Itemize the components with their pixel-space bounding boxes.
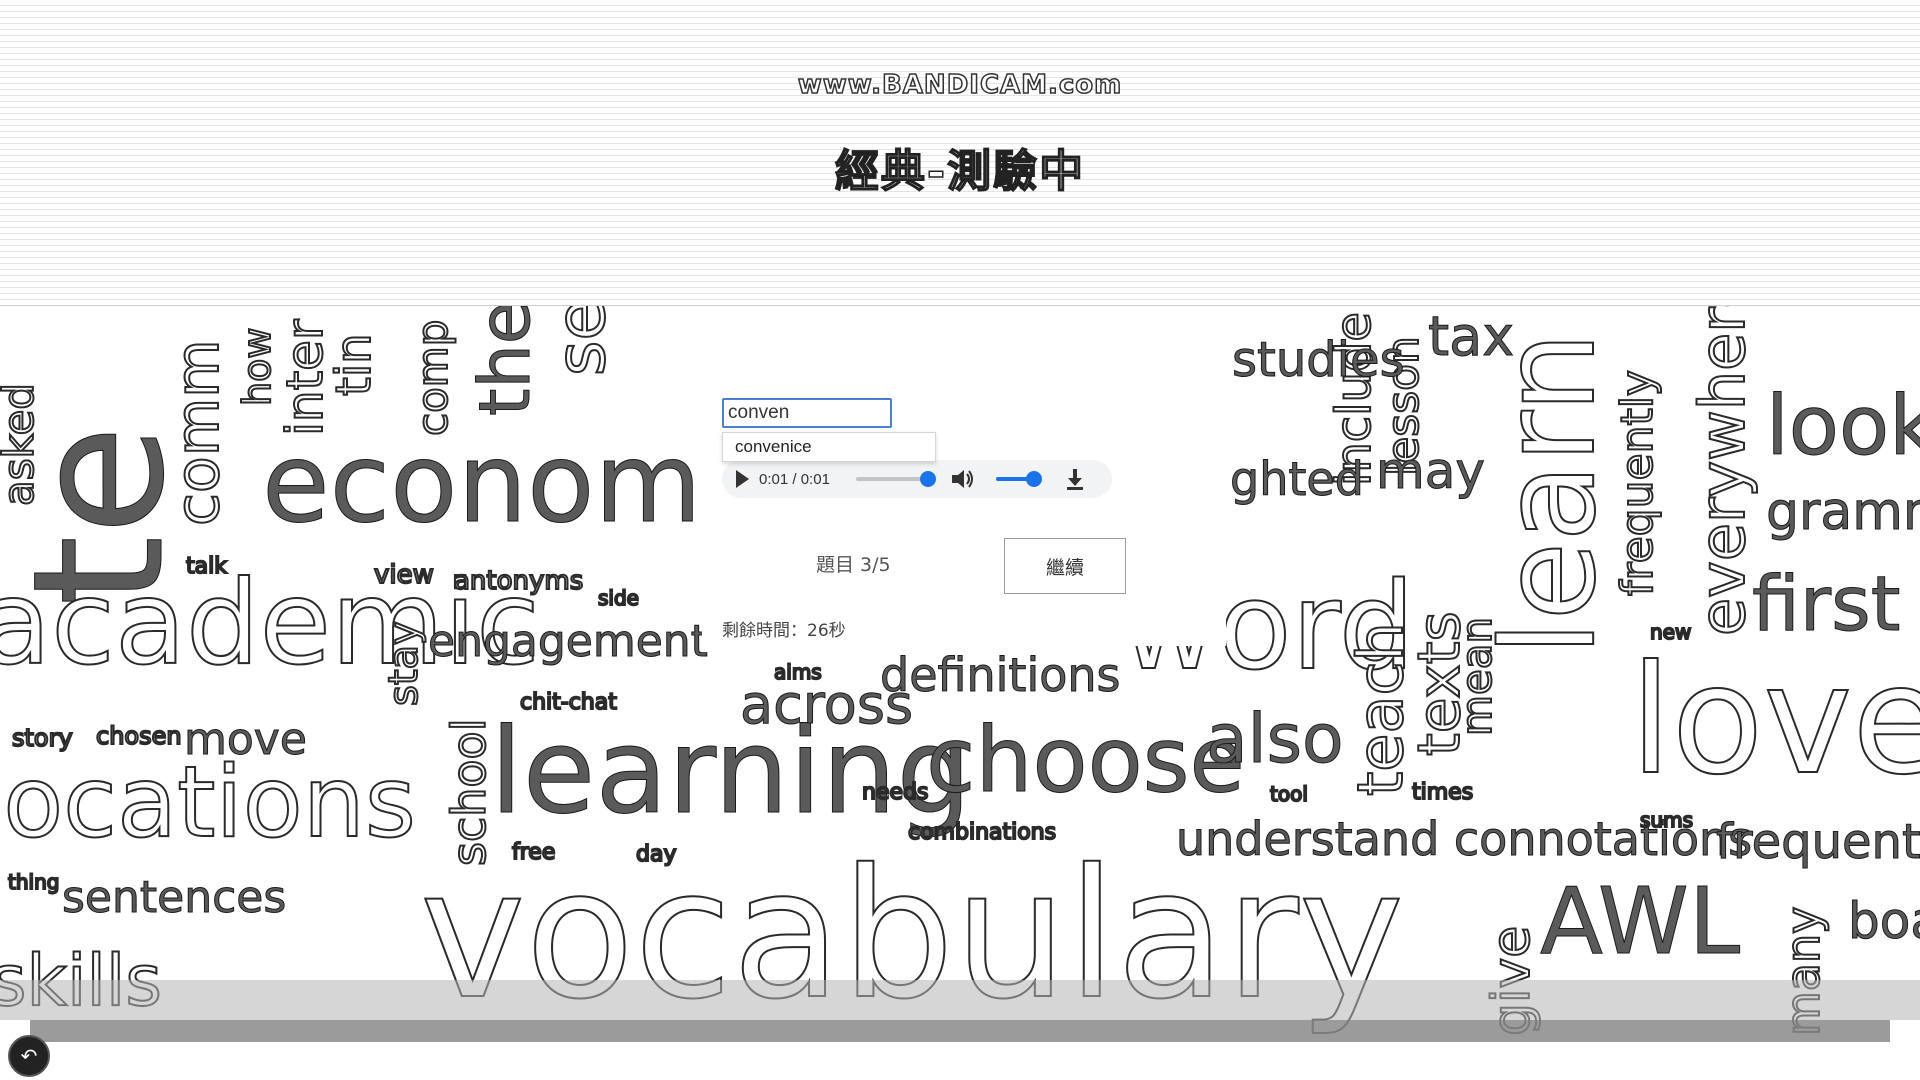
- cloud-word: talk: [185, 554, 228, 579]
- question-counter: 題目 3/5: [816, 554, 891, 576]
- play-icon[interactable]: [736, 470, 749, 488]
- time-remaining: 剩餘時間：26秒: [722, 621, 846, 641]
- cloud-word: definitions: [880, 648, 1121, 702]
- cloud-word: choose: [926, 708, 1246, 813]
- cloud-word: aims: [773, 660, 823, 684]
- cloud-word: thing: [7, 870, 60, 894]
- audio-current-time: 0:01: [759, 470, 789, 488]
- audio-progress-slider[interactable]: [855, 471, 936, 487]
- autocomplete-item[interactable]: convenice: [723, 433, 935, 461]
- audio-total-time: 0:01: [800, 470, 830, 488]
- cloud-word: look: [1766, 379, 1920, 474]
- cloud-word: ghted: [1230, 452, 1365, 506]
- cloud-word: needs: [861, 780, 929, 805]
- cloud-word: love: [1629, 634, 1920, 808]
- cloud-word: tin: [325, 332, 383, 397]
- cloud-word: engagement: [428, 616, 709, 667]
- cloud-word: the: [464, 306, 547, 417]
- next-button[interactable]: 繼續: [1004, 538, 1126, 594]
- cloud-word: stay: [380, 620, 428, 707]
- cloud-word: day: [635, 842, 677, 867]
- cloud-word: economy: [262, 419, 768, 547]
- video-progress-strip: [30, 1020, 1890, 1042]
- header: www.BANDICAM.com 經典-測驗中: [0, 0, 1920, 306]
- audio-player: 0:01 / 0:01: [722, 460, 1112, 498]
- back-arrow-icon: ↶: [20, 1045, 38, 1068]
- answer-input[interactable]: [722, 398, 892, 428]
- cloud-word: first: [1752, 559, 1902, 648]
- quiz-panel: convenice 0:01 / 0:01 題目 3/5 繼續 剩餘時間：26秒: [702, 346, 1226, 646]
- cloud-word: comm: [162, 338, 234, 527]
- cloud-word: chit-chat: [519, 690, 618, 715]
- volume-icon[interactable]: [950, 467, 976, 491]
- cloud-word: how: [234, 327, 280, 407]
- volume-thumb[interactable]: [1025, 471, 1042, 487]
- cloud-word: sentences: [61, 872, 287, 923]
- cloud-word: se: [541, 306, 622, 377]
- cloud-word: side: [597, 586, 640, 610]
- cloud-word: sums: [1639, 808, 1694, 832]
- cloud-word: tool: [1269, 782, 1309, 806]
- cloud-word: learn: [1474, 331, 1625, 657]
- page-title: 經典-測驗中: [834, 145, 1086, 198]
- download-icon[interactable]: [1064, 467, 1086, 491]
- cloud-word: studies: [1232, 332, 1406, 388]
- cloud-word: everywhere: [1685, 306, 1760, 637]
- cloud-word: combinations: [907, 820, 1057, 845]
- cloud-word: frequent: [1716, 814, 1920, 870]
- recording-watermark: www.BANDICAM.com: [797, 69, 1123, 101]
- cloud-word: board: [1847, 892, 1920, 950]
- cloud-word: chosen: [95, 722, 183, 750]
- cloud-word: also: [1206, 700, 1345, 779]
- cloud-word: teach: [1343, 621, 1418, 797]
- cloud-word: may: [1376, 442, 1486, 500]
- audio-time-separator: /: [788, 470, 801, 488]
- cloud-word: frequently: [1611, 369, 1664, 597]
- cloud-word: times: [1411, 780, 1474, 805]
- cloud-word: locations: [0, 746, 417, 860]
- autocomplete-list: convenice: [722, 432, 936, 462]
- back-button[interactable]: ↶: [8, 1035, 50, 1077]
- cloud-word: grammar: [1766, 482, 1920, 542]
- cloud-word: antonyms: [453, 566, 584, 596]
- cloud-word: free: [511, 840, 556, 865]
- audio-progress-thumb[interactable]: [919, 471, 936, 487]
- video-overlay-strip: [0, 980, 1920, 1020]
- cloud-word: AWL: [1539, 868, 1741, 975]
- cloud-word: view: [373, 560, 435, 590]
- cloud-word: new: [1649, 620, 1692, 644]
- volume-slider[interactable]: [995, 471, 1042, 487]
